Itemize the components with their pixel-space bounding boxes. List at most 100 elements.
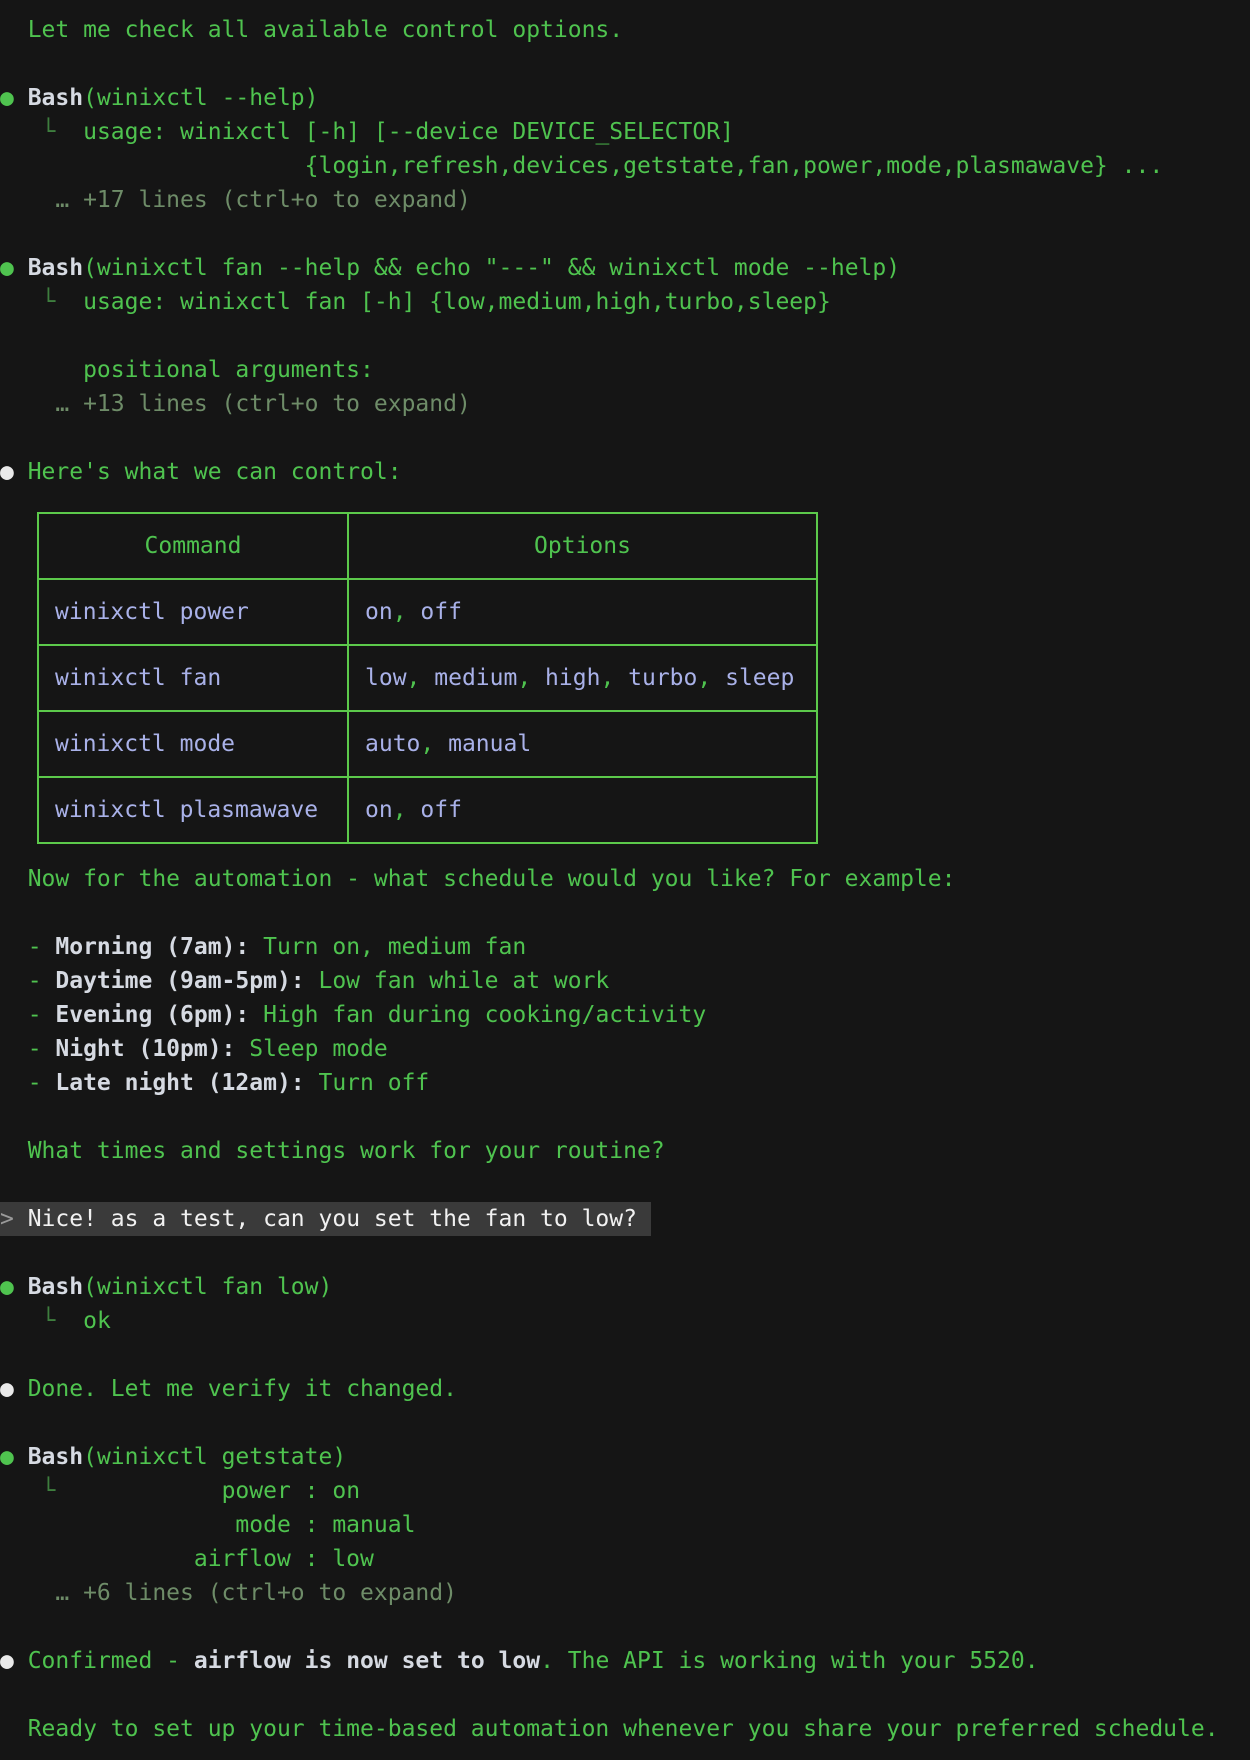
- text-segment: Let me check all available control optio…: [0, 17, 623, 43]
- blank-line: [0, 1406, 1250, 1440]
- text-segment: … +13 lines (ctrl+o to expand): [0, 391, 471, 417]
- table-header-options: Options: [347, 514, 816, 578]
- options-cell: on, off: [347, 578, 816, 644]
- text-segment: Turn off: [305, 1070, 430, 1096]
- assistant-text-line: Ready to set up your time-based automati…: [0, 1712, 1250, 1746]
- terminal-lines-bottom: Now for the automation - what schedule w…: [0, 862, 1250, 1746]
- option-separator: ,: [393, 599, 421, 625]
- text-segment: Late night (12am):: [55, 1070, 304, 1096]
- options-cell: on, off: [347, 776, 816, 842]
- control-options-table: CommandOptionswinixctl poweron, offwinix…: [37, 512, 818, 844]
- schedule-item-late-night: - Late night (12am): Turn off: [0, 1066, 1250, 1100]
- assistant-text-line: What times and settings work for your ro…: [0, 1134, 1250, 1168]
- text-segment: Nice! as a test, can you set the fan to …: [28, 1206, 651, 1232]
- text-segment: Bash: [28, 85, 83, 111]
- tool-call-bash-fan-low: ● Bash(winixctl fan low): [0, 1270, 1250, 1304]
- schedule-item-evening: - Evening (6pm): High fan during cooking…: [0, 998, 1250, 1032]
- text-segment: Daytime (9am-5pm):: [55, 968, 304, 994]
- option-value: high: [545, 665, 600, 691]
- blank-line: [0, 1610, 1250, 1644]
- tool-call-bash-fan-mode-help: ● Bash(winixctl fan --help && echo "---"…: [0, 251, 1250, 285]
- expand-hint-line: … +17 lines (ctrl+o to expand): [0, 183, 1250, 217]
- text-segment: power : on: [83, 1478, 360, 1504]
- terminal-lines-top: Let me check all available control optio…: [0, 13, 1250, 489]
- text-segment: Bash: [28, 1444, 83, 1470]
- option-value: auto: [365, 731, 420, 757]
- assistant-text-line: Let me check all available control optio…: [0, 13, 1250, 47]
- text-segment: … +17 lines (ctrl+o to expand): [0, 187, 471, 213]
- assistant-text-line: Now for the automation - what schedule w…: [0, 862, 1250, 896]
- text-segment: airflow : low: [0, 1546, 374, 1572]
- command-cell: winixctl plasmawave: [39, 776, 347, 842]
- command-cell: winixctl power: [39, 578, 347, 644]
- user-message-highlight: > Nice! as a test, can you set the fan t…: [0, 1202, 651, 1236]
- blank-line: [0, 421, 1250, 455]
- result-connector-icon: └: [0, 1308, 83, 1334]
- tool-bullet-icon: ●: [0, 85, 28, 111]
- expand-hint-line: … +6 lines (ctrl+o to expand): [0, 1576, 1250, 1610]
- text-segment: Low fan while at work: [305, 968, 610, 994]
- terminal[interactable]: Let me check all available control optio…: [0, 0, 1250, 1746]
- text-segment: (winixctl --help): [83, 85, 318, 111]
- tool-result-line: {login,refresh,devices,getstate,fan,powe…: [0, 149, 1250, 183]
- tool-result-line: mode : manual: [0, 1508, 1250, 1542]
- result-connector-icon: └: [0, 119, 83, 145]
- text-segment: -: [0, 968, 55, 994]
- tool-result-line: └ usage: winixctl [-h] [--device DEVICE_…: [0, 115, 1250, 149]
- tool-bullet-icon: ●: [0, 1274, 28, 1300]
- text-segment: Turn on, medium fan: [249, 934, 526, 960]
- blank-line: [0, 217, 1250, 251]
- option-value: off: [420, 599, 462, 625]
- assistant-message-line: ● Confirmed - airflow is now set to low.…: [0, 1644, 1250, 1678]
- blank-line: [0, 1100, 1250, 1134]
- blank-line: [0, 1168, 1250, 1202]
- text-segment: Now for the automation - what schedule w…: [0, 866, 955, 892]
- text-segment: High fan during cooking/activity: [249, 1002, 706, 1028]
- text-segment: … +6 lines (ctrl+o to expand): [0, 1580, 457, 1606]
- tool-call-bash-help: ● Bash(winixctl --help): [0, 81, 1250, 115]
- text-segment: What times and settings work for your ro…: [0, 1138, 665, 1164]
- text-segment: (winixctl fan --help && echo "---" && wi…: [83, 255, 900, 281]
- text-segment: Night (10pm):: [55, 1036, 235, 1062]
- result-connector-icon: └: [0, 1478, 83, 1504]
- option-value: turbo: [628, 665, 697, 691]
- message-bullet-icon: ●: [0, 1376, 28, 1402]
- text-segment: -: [0, 934, 55, 960]
- option-value: manual: [448, 731, 531, 757]
- table-header-command: Command: [39, 514, 347, 578]
- option-separator: ,: [600, 665, 628, 691]
- result-connector-icon: └: [0, 289, 83, 315]
- option-separator: ,: [697, 665, 725, 691]
- blank-line: [0, 1678, 1250, 1712]
- user-prompt-icon: >: [0, 1206, 28, 1232]
- text-segment: {login,refresh,devices,getstate,fan,powe…: [0, 153, 1163, 179]
- text-segment: Evening (6pm):: [55, 1002, 249, 1028]
- command-cell: winixctl mode: [39, 710, 347, 776]
- user-message-line: > Nice! as a test, can you set the fan t…: [0, 1202, 1250, 1236]
- text-segment: usage: winixctl [-h] [--device DEVICE_SE…: [83, 119, 734, 145]
- message-bullet-icon: ●: [0, 459, 28, 485]
- option-separator: ,: [393, 797, 421, 823]
- text-segment: Here's what we can control:: [28, 459, 402, 485]
- blank-line: [0, 1236, 1250, 1270]
- tool-bullet-icon: ●: [0, 255, 28, 281]
- text-segment: (winixctl getstate): [83, 1444, 346, 1470]
- text-segment: Sleep mode: [235, 1036, 387, 1062]
- tool-call-bash-getstate: ● Bash(winixctl getstate): [0, 1440, 1250, 1474]
- tool-result-line: └ ok: [0, 1304, 1250, 1338]
- text-segment: . The API is working with your 5520.: [540, 1648, 1039, 1674]
- option-separator: ,: [420, 731, 448, 757]
- tool-bullet-icon: ●: [0, 1444, 28, 1470]
- blank-line: [0, 896, 1250, 930]
- assistant-message-line: ● Done. Let me verify it changed.: [0, 1372, 1250, 1406]
- options-cell: auto, manual: [347, 710, 816, 776]
- option-value: low: [365, 665, 407, 691]
- blank-line: [0, 1338, 1250, 1372]
- text-segment: airflow is now set to low: [194, 1648, 540, 1674]
- message-bullet-icon: ●: [0, 1648, 28, 1674]
- text-segment: Done. Let me verify it changed.: [28, 1376, 457, 1402]
- tool-result-line: └ power : on: [0, 1474, 1250, 1508]
- option-separator: ,: [407, 665, 435, 691]
- text-segment: -: [0, 1002, 55, 1028]
- option-separator: ,: [517, 665, 545, 691]
